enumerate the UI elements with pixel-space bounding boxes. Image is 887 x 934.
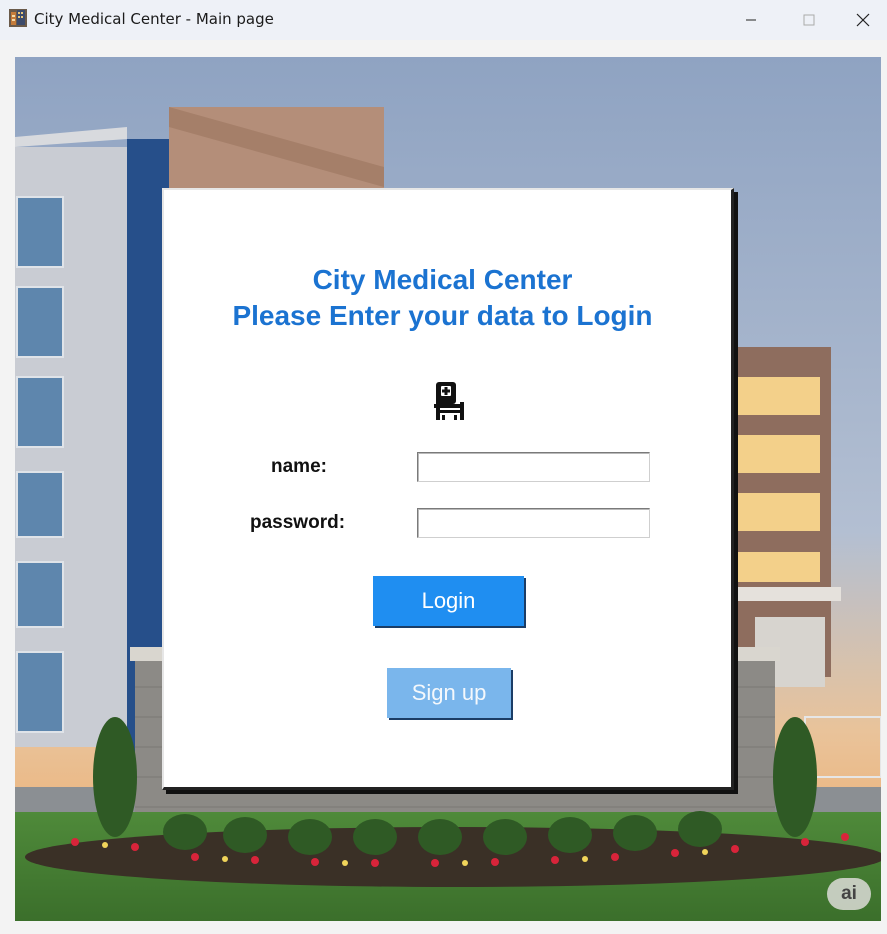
panel-subtitle: Please Enter your data to Login [232,300,653,331]
close-icon [856,13,870,27]
maximize-icon [803,14,815,26]
password-label: password: [250,512,346,533]
window-title: City Medical Center - Main page [34,10,274,28]
minimize-icon [746,19,756,21]
name-label: name: [271,456,327,477]
signup-button[interactable]: Sign up [387,668,511,718]
panel-title: City Medical Center [312,264,573,295]
window-titlebar: City Medical Center - Main page [0,0,887,40]
login-panel: City Medical Center Please Enter your da… [162,188,734,790]
app-building-icon [9,9,27,27]
minimize-button[interactable] [722,0,780,40]
login-button[interactable]: Login [373,576,524,626]
name-input[interactable] [417,452,650,482]
password-input[interactable] [417,508,650,538]
hospital-bed-icon [432,380,466,420]
maximize-button[interactable] [780,0,838,40]
close-button[interactable] [839,0,887,40]
ai-watermark-badge: ai [827,878,871,910]
